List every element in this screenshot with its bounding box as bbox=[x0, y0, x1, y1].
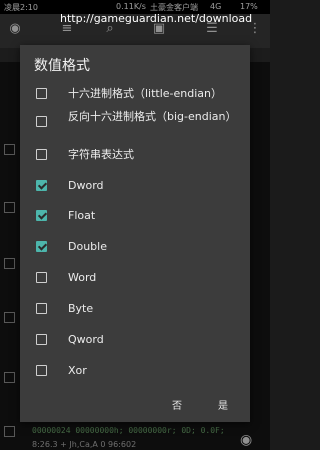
checkbox[interactable] bbox=[36, 365, 47, 376]
option-label: Qword bbox=[68, 333, 104, 346]
option-label: 字符串表达式 bbox=[68, 148, 134, 161]
checkbox[interactable] bbox=[36, 210, 47, 221]
option-string[interactable]: 字符串表达式 bbox=[20, 141, 250, 169]
option-label: 反向十六进制格式（big-endian） bbox=[68, 110, 237, 123]
checkbox[interactable] bbox=[36, 116, 47, 127]
option-byte[interactable]: Byte bbox=[20, 295, 250, 323]
yes-button[interactable]: 是 bbox=[218, 397, 228, 412]
option-word[interactable]: Word bbox=[20, 264, 250, 292]
checkbox[interactable] bbox=[36, 180, 47, 191]
option-label: Float bbox=[68, 209, 96, 222]
checkbox[interactable] bbox=[36, 334, 47, 345]
value-format-dialog: 数值格式 十六进制格式（little-endian） 反向十六进制格式（big-… bbox=[20, 45, 250, 422]
option-xor[interactable]: Xor bbox=[20, 357, 250, 385]
dialog-title: 数值格式 bbox=[34, 58, 90, 74]
option-label: Byte bbox=[68, 302, 94, 315]
checkbox[interactable] bbox=[36, 149, 47, 160]
option-label: Dword bbox=[68, 179, 104, 192]
checkbox[interactable] bbox=[36, 88, 47, 99]
option-dword[interactable]: Dword bbox=[20, 172, 250, 200]
option-hex-big-endian[interactable]: 反向十六进制格式（big-endian） bbox=[20, 107, 250, 135]
option-hex-little-endian[interactable]: 十六进制格式（little-endian） bbox=[20, 80, 250, 108]
option-label: Word bbox=[68, 271, 97, 284]
option-label: Xor bbox=[68, 364, 87, 377]
option-float[interactable]: Float bbox=[20, 202, 250, 230]
checkbox[interactable] bbox=[36, 303, 47, 314]
url-overlay: http://gameguardian.net/download bbox=[60, 12, 253, 25]
option-label: 十六进制格式（little-endian） bbox=[68, 87, 223, 100]
option-label: Double bbox=[68, 240, 107, 253]
option-double[interactable]: Double bbox=[20, 233, 250, 261]
checkbox[interactable] bbox=[36, 272, 47, 283]
option-qword[interactable]: Qword bbox=[20, 326, 250, 354]
no-button[interactable]: 否 bbox=[172, 397, 182, 412]
checkbox[interactable] bbox=[36, 241, 47, 252]
